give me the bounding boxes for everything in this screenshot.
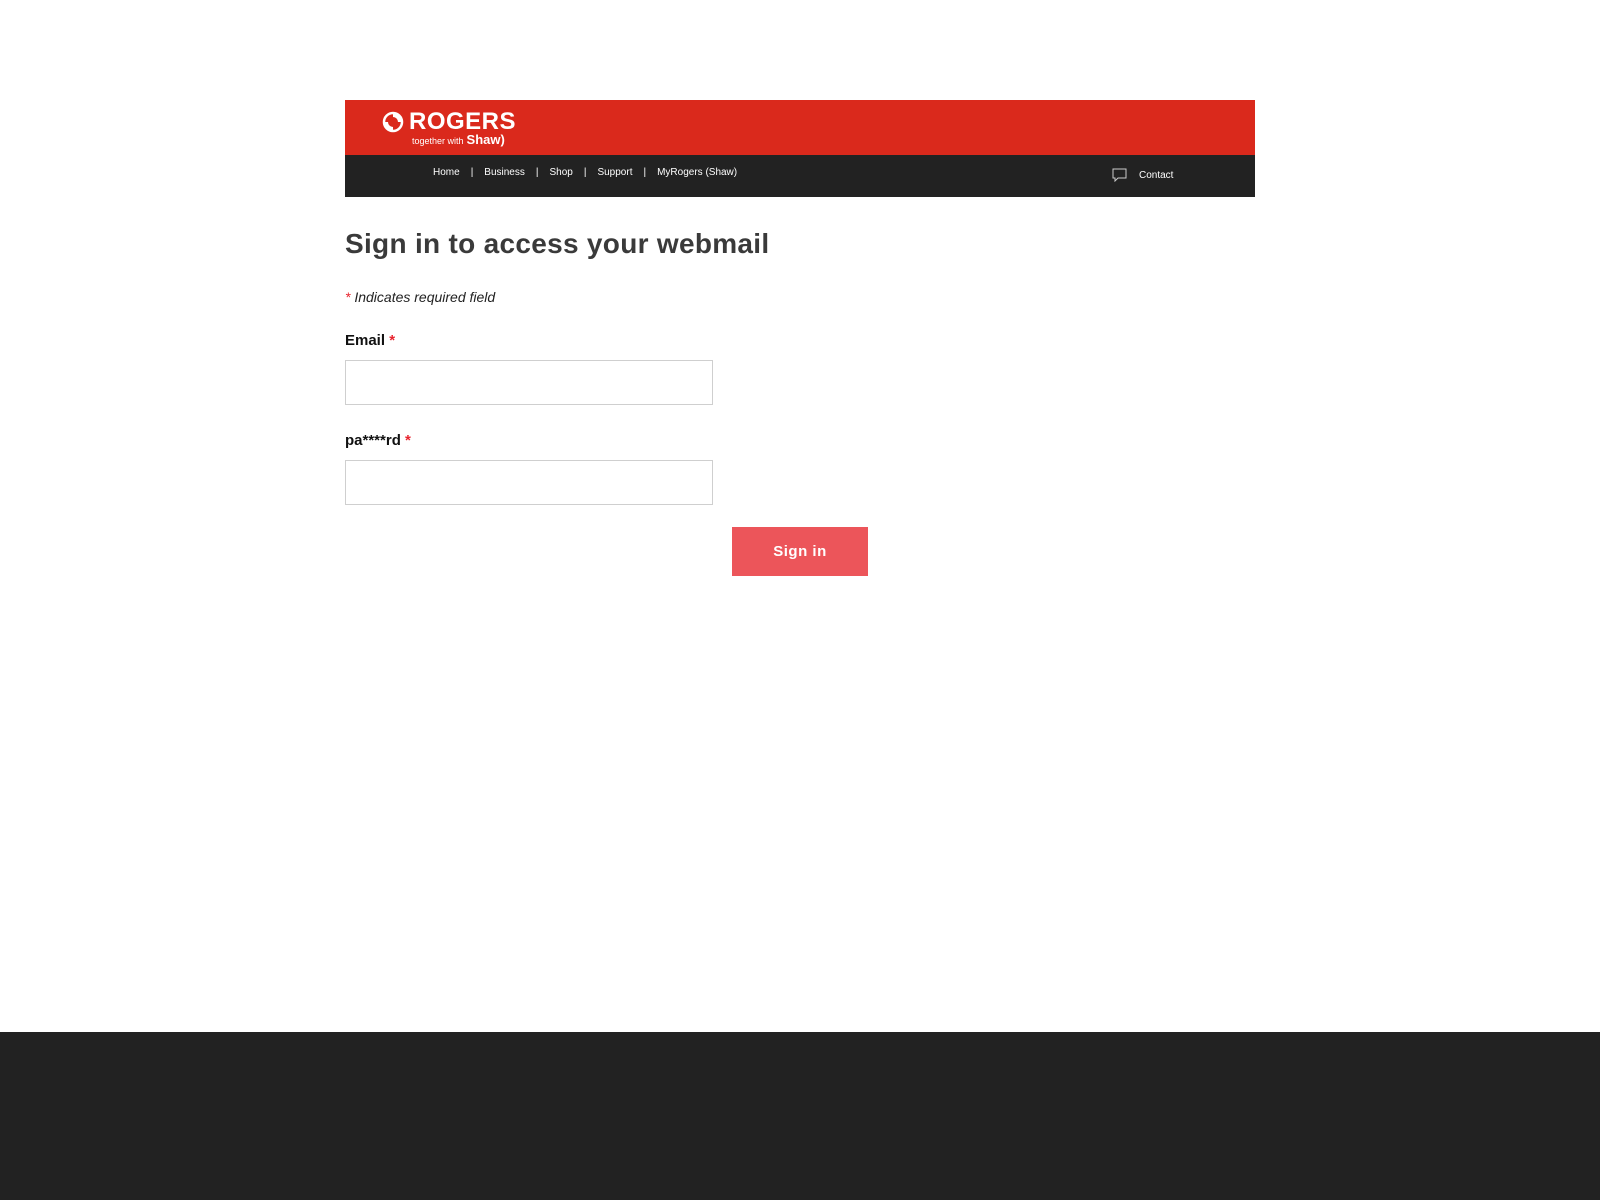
nav-separator: | bbox=[583, 167, 587, 178]
nav-item-business[interactable]: Business bbox=[484, 167, 525, 178]
rogers-logo-icon bbox=[382, 111, 404, 133]
contact-link[interactable]: Contact bbox=[1112, 168, 1173, 182]
required-note-text: Indicates required field bbox=[354, 289, 496, 305]
nav-bar: Home | Business | Shop | Support | MyRog… bbox=[345, 155, 1255, 197]
nav-item-shop[interactable]: Shop bbox=[549, 167, 572, 178]
sign-in-button[interactable]: Sign in bbox=[732, 527, 868, 576]
brand-bar: ROGERS together with Shaw) bbox=[345, 100, 1255, 155]
chat-bubble-icon bbox=[1112, 168, 1127, 182]
logo-tagline-text: together with bbox=[412, 136, 464, 146]
logo-partner: Shaw) bbox=[466, 132, 505, 147]
nav-item-support[interactable]: Support bbox=[597, 167, 632, 178]
email-field[interactable] bbox=[345, 360, 713, 405]
page-footer bbox=[0, 1032, 1600, 1200]
main-nav: Home | Business | Shop | Support | MyRog… bbox=[433, 167, 737, 178]
required-field-note: * Indicates required field bbox=[345, 289, 495, 305]
password-field[interactable] bbox=[345, 460, 713, 505]
password-label-text: pa****rd bbox=[345, 432, 401, 449]
nav-item-myrogers[interactable]: MyRogers (Shaw) bbox=[657, 167, 737, 178]
contact-label: Contact bbox=[1139, 169, 1174, 181]
email-label-text: Email bbox=[345, 332, 386, 349]
nav-item-home[interactable]: Home bbox=[433, 167, 460, 178]
required-marker: * bbox=[345, 289, 351, 305]
nav-separator: | bbox=[470, 167, 474, 178]
password-required-marker: * bbox=[405, 432, 411, 449]
password-label: pa****rd * bbox=[345, 432, 411, 449]
page-title: Sign in to access your webmail bbox=[345, 228, 770, 259]
site-header: ROGERS together with Shaw) Home | Busines… bbox=[345, 100, 1255, 197]
email-label: Email * bbox=[345, 332, 395, 349]
logo-tagline: together with Shaw) bbox=[412, 132, 505, 149]
nav-separator: | bbox=[643, 167, 647, 178]
email-required-marker: * bbox=[389, 332, 396, 349]
nav-separator: | bbox=[535, 167, 539, 178]
